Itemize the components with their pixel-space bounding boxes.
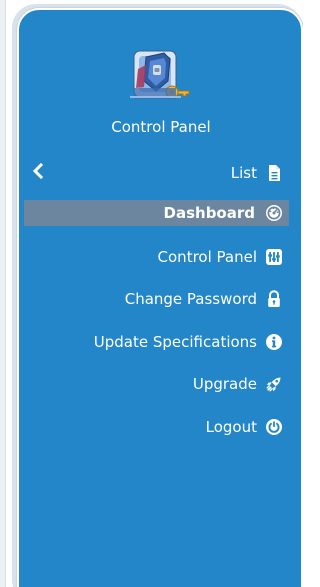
app-frame: Control Panel List Dashboard Control Pan… — [0, 0, 303, 587]
menu-item-list[interactable]: List — [24, 160, 289, 186]
menu-item-dashboard-label: Dashboard — [163, 204, 255, 222]
info-icon — [265, 333, 283, 351]
rocket-icon — [265, 375, 283, 393]
menu-item-logout[interactable]: Logout — [24, 414, 289, 440]
menu-item-change-password[interactable]: Change Password — [24, 286, 289, 312]
menu-item-control-panel[interactable]: Control Panel — [24, 244, 289, 270]
control-panel-logo — [120, 43, 196, 111]
menu-item-dashboard[interactable]: Dashboard — [24, 200, 289, 226]
document-icon — [265, 164, 283, 182]
menu-item-update-specifications[interactable]: Update Specifications — [24, 329, 289, 355]
menu-item-list-label: List — [230, 164, 257, 182]
dashboard-gauge-icon — [265, 204, 283, 222]
power-icon — [265, 418, 283, 436]
lock-icon — [265, 290, 283, 308]
menu-item-upgrade[interactable]: Upgrade — [24, 371, 289, 397]
sidebar-menu: List Dashboard Control Panel Change Pass… — [24, 158, 289, 448]
left-edge — [0, 0, 6, 587]
menu-item-upgrade-label: Upgrade — [192, 375, 257, 393]
menu-item-change-password-label: Change Password — [124, 290, 257, 308]
menu-item-logout-label: Logout — [205, 418, 257, 436]
menu-item-control-panel-label: Control Panel — [157, 248, 257, 266]
sliders-icon — [265, 248, 283, 266]
panel-title: Control Panel — [111, 118, 211, 136]
menu-item-update-specifications-label: Update Specifications — [93, 333, 257, 351]
